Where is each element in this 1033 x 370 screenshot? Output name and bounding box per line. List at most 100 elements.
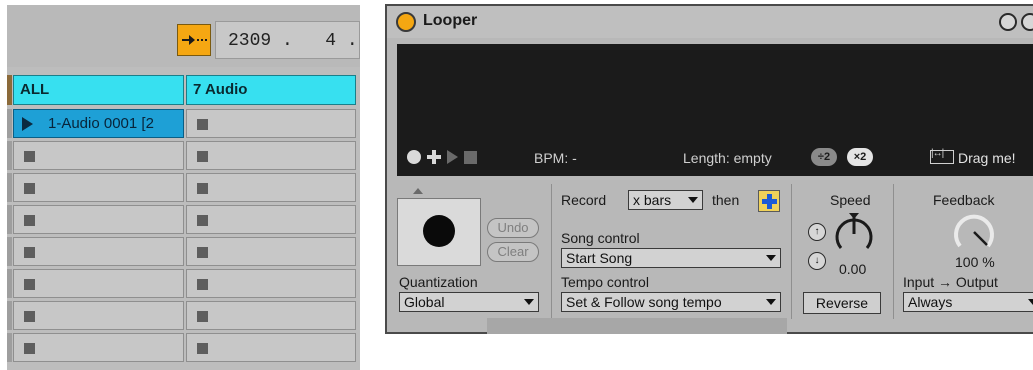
song-position-field[interactable]: 2309 . 4 . 2 (215, 21, 360, 59)
feedback-value: 100 % (955, 254, 995, 270)
device-scroll-strip[interactable] (487, 318, 787, 334)
then-action-button[interactable] (758, 190, 780, 212)
section-divider (551, 184, 552, 319)
hot-swap-icon[interactable] (999, 13, 1017, 31)
row-edge (7, 205, 12, 234)
tempo-control-value: Set & Follow song tempo (566, 294, 722, 310)
stop-square-icon[interactable] (464, 150, 477, 164)
double-length-button[interactable]: ×2 (847, 148, 873, 166)
speed-knob[interactable] (832, 212, 876, 256)
clip-slot[interactable] (13, 141, 184, 170)
speed-value: 0.00 (839, 261, 867, 277)
row-edge (7, 173, 12, 202)
plus-icon[interactable] (427, 150, 441, 164)
clip-slot[interactable] (186, 237, 356, 266)
track-header-edge (7, 75, 12, 105)
stop-square-icon[interactable] (197, 343, 208, 354)
row-edge (7, 109, 12, 138)
power-circle-icon[interactable] (396, 12, 416, 32)
stop-square-icon[interactable] (24, 343, 35, 354)
chevron-down-icon (766, 299, 776, 305)
stop-square-icon[interactable] (24, 183, 35, 194)
tempo-control-label: Tempo control (561, 274, 649, 290)
arrow-right-dotted-icon (182, 35, 207, 45)
feedback-knob[interactable] (950, 208, 998, 252)
input-output-dropdown[interactable]: Always (903, 292, 1033, 312)
drag-me-label[interactable]: Drag me! (958, 150, 1016, 166)
stop-square-icon[interactable] (197, 119, 208, 130)
record-mode-dropdown[interactable]: x bars (628, 190, 703, 210)
clip-slot-audio-0001[interactable]: 1-Audio 0001 [2 (13, 109, 184, 138)
clip-slot[interactable] (186, 301, 356, 330)
play-triangle-icon[interactable] (447, 150, 458, 164)
input-output-label: Input → Output (903, 274, 998, 290)
stop-square-icon[interactable] (24, 247, 35, 258)
clip-slot[interactable] (13, 333, 184, 362)
collapse-triangle-icon[interactable] (413, 188, 423, 194)
clear-button[interactable]: Clear (487, 242, 539, 262)
chevron-down-icon (766, 255, 776, 261)
section-divider (791, 184, 792, 319)
looper-display: BPM: - Length: empty ÷2 ×2 Drag me! (397, 44, 1033, 176)
follow-button[interactable] (177, 24, 211, 56)
track-header-7-audio[interactable]: 7 Audio (186, 75, 356, 105)
clip-slot[interactable] (13, 173, 184, 202)
clip-slot[interactable] (13, 269, 184, 298)
quantization-dropdown[interactable]: Global (399, 292, 539, 312)
save-icon[interactable] (1021, 13, 1033, 31)
stop-square-icon[interactable] (197, 311, 208, 322)
clip-slot[interactable] (186, 173, 356, 202)
record-dot-icon[interactable] (407, 150, 421, 164)
record-mode-value: x bars (633, 192, 672, 208)
length-readout: Length: empty (683, 150, 772, 166)
stop-square-icon[interactable] (24, 279, 35, 290)
drag-icon[interactable] (930, 148, 954, 164)
speed-nudge-down-button[interactable]: ↓ (808, 252, 826, 270)
tempo-control-dropdown[interactable]: Set & Follow song tempo (561, 292, 781, 312)
stop-square-icon[interactable] (197, 183, 208, 194)
record-button[interactable] (397, 198, 481, 266)
stop-square-icon[interactable] (197, 151, 208, 162)
session-view: 2309 . 4 . 2 ALL 7 Audio 1-Audio 0001 [2 (7, 5, 360, 370)
stop-square-icon[interactable] (24, 151, 35, 162)
clip-slot[interactable] (13, 301, 184, 330)
stop-square-icon[interactable] (197, 247, 208, 258)
song-control-dropdown[interactable]: Start Song (561, 248, 781, 268)
session-toolbar: 2309 . 4 . 2 (7, 5, 360, 67)
song-control-value: Start Song (566, 250, 633, 266)
record-label: Record (561, 192, 607, 208)
play-triangle-icon[interactable] (22, 117, 33, 131)
then-label: then (712, 192, 740, 208)
row-edge (7, 301, 12, 330)
clip-slot[interactable] (186, 109, 356, 138)
quantization-value: Global (404, 294, 445, 310)
row-edge (7, 237, 12, 266)
clip-slot[interactable] (186, 269, 356, 298)
chevron-down-icon (1028, 299, 1033, 305)
transport-icons (407, 150, 477, 164)
song-control-label: Song control (561, 230, 640, 246)
stop-square-icon[interactable] (24, 311, 35, 322)
stop-square-icon[interactable] (197, 215, 208, 226)
clip-name: 1-Audio 0001 [2 (48, 115, 154, 132)
half-length-button[interactable]: ÷2 (811, 148, 837, 166)
speed-nudge-up-button[interactable]: ↑ (808, 223, 826, 241)
stop-square-icon[interactable] (24, 215, 35, 226)
track-header-all[interactable]: ALL (13, 75, 184, 105)
reverse-button[interactable]: Reverse (803, 292, 881, 314)
clip-slot[interactable] (13, 237, 184, 266)
undo-button[interactable]: Undo (487, 218, 539, 238)
bpm-readout: BPM: - (534, 150, 577, 166)
stop-square-icon[interactable] (197, 279, 208, 290)
clip-slot[interactable] (186, 205, 356, 234)
clip-slot[interactable] (186, 333, 356, 362)
chevron-down-icon (688, 197, 698, 203)
device-title-bar: Looper (387, 6, 1033, 38)
quantization-label: Quantization (399, 274, 478, 290)
section-divider (893, 184, 894, 319)
device-title: Looper (423, 12, 478, 29)
speed-label: Speed (830, 192, 871, 208)
clip-slot[interactable] (13, 205, 184, 234)
clip-slot[interactable] (186, 141, 356, 170)
row-edge (7, 333, 12, 362)
